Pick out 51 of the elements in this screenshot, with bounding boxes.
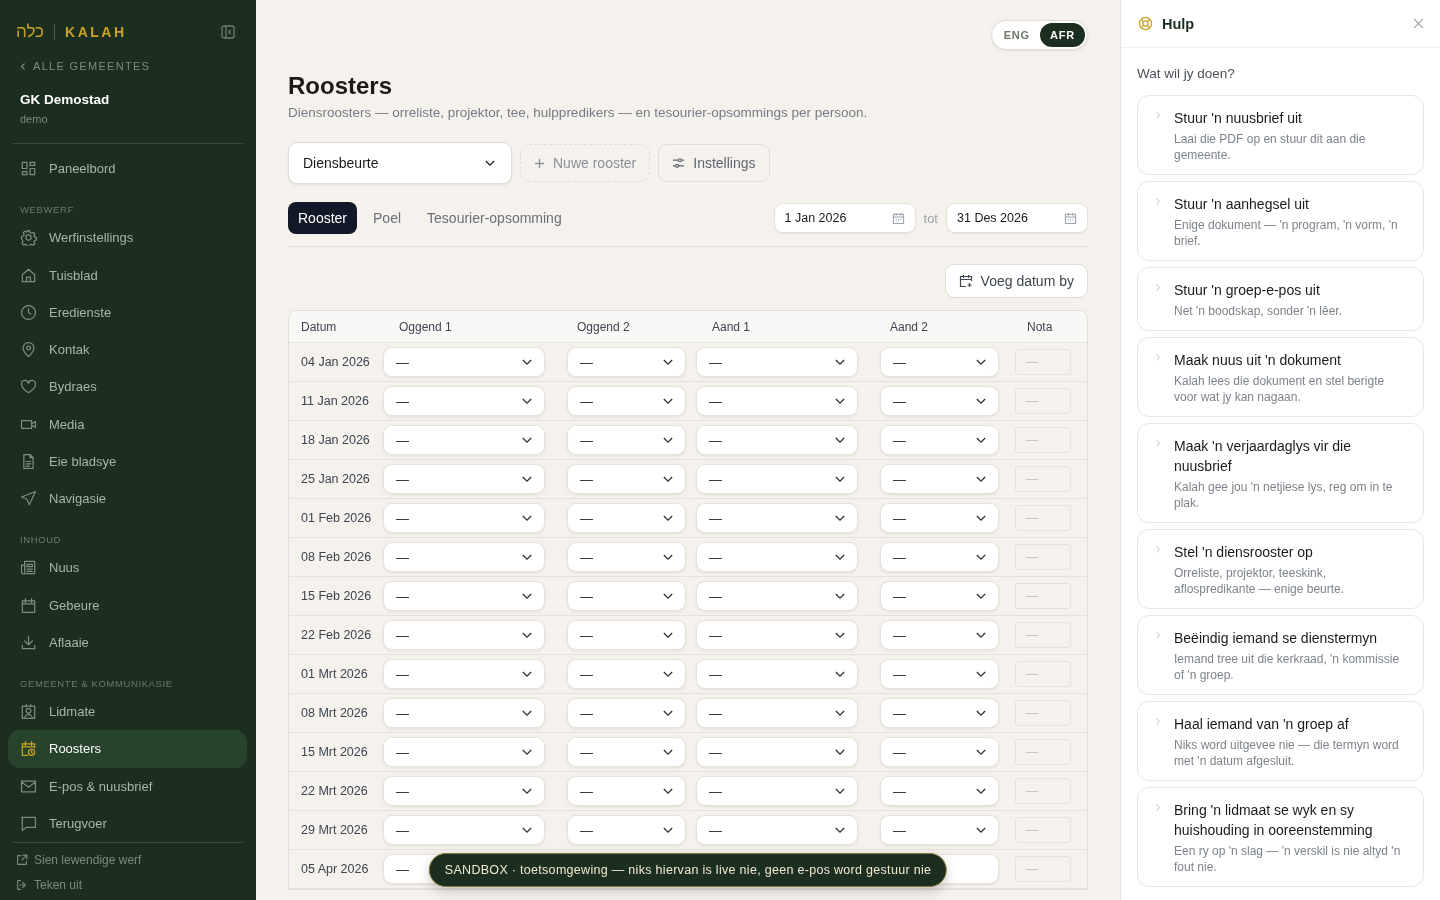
date-cell-text: 22 Mrt 2026 bbox=[300, 784, 369, 798]
date-cell-text: 22 Feb 2026 bbox=[300, 628, 373, 642]
nav-section-heading: GEMEENTE & KOMMUNIKASIE bbox=[19, 677, 174, 691]
date-cell-text: 11 Jan 2026 bbox=[300, 394, 370, 408]
column-header: Aand 1 bbox=[711, 319, 752, 334]
date-cell-text: 08 Feb 2026 bbox=[300, 550, 373, 564]
date-cell-text: 29 Mrt 2026 bbox=[300, 823, 369, 837]
card-description: Kalah gee jou 'n netjiese lys, reg om in te plak. bbox=[1174, 479, 1394, 511]
card-description: Kalah lees die dokument en stel berigte voor wat jy kan nagaan. bbox=[1174, 373, 1386, 405]
column-header: Oggend 1 bbox=[398, 319, 453, 334]
nav-section-heading: INHOUD bbox=[19, 533, 63, 548]
card-title: Maak nuus uit 'n dokument bbox=[1174, 351, 1342, 370]
card-title: Stuur 'n groep-e-pos uit bbox=[1174, 281, 1321, 300]
logo-text: KALAH bbox=[65, 24, 127, 40]
column-header: Nota bbox=[1026, 319, 1054, 334]
card-description: Een ry op 'n slag — 'n verskil is nie altyd 'n fout nie. bbox=[1174, 843, 1402, 875]
column-header: Oggend 2 bbox=[576, 319, 631, 334]
date-cell-text: 15 Feb 2026 bbox=[300, 589, 373, 603]
card-description: Laai die PDF op en stuur dit aan die gemeente. bbox=[1174, 131, 1367, 163]
card-title: Beëindig iemand se dienstermyn bbox=[1174, 629, 1379, 648]
card-title: Haal iemand van 'n groep af bbox=[1174, 715, 1350, 734]
logo-hebrew-text: כלה bbox=[16, 22, 45, 42]
date-cell-text: 05 Apr 2026 bbox=[300, 862, 370, 876]
date-cell-text: 01 Mrt 2026 bbox=[300, 667, 369, 681]
card-description: Orreliste, projektor, teeskink, aflospredikante — enige beurte. bbox=[1174, 565, 1346, 597]
page-title: Roosters bbox=[288, 72, 394, 100]
card-description: Iemand tree uit die kerkraad, 'n kommissie of 'n groep. bbox=[1174, 651, 1401, 683]
card-title: Stuur 'n aanhegsel uit bbox=[1174, 195, 1310, 214]
range-separator: tot bbox=[923, 210, 938, 226]
page-subtitle: Diensroosters — orreliste, projektor, tee, hulppredikers — en tesourier-opsommings per persoon. bbox=[288, 105, 869, 120]
card-description: Net 'n boodskap, sonder 'n lêer. bbox=[1174, 303, 1343, 319]
column-header: Datum bbox=[300, 319, 338, 334]
date-cell-text: 01 Feb 2026 bbox=[300, 511, 373, 525]
card-description: Enige dokument — 'n program, 'n vorm, 'n brief. bbox=[1174, 217, 1399, 249]
date-cell-text: 08 Mrt 2026 bbox=[300, 706, 369, 720]
help-title: Hulp bbox=[1162, 15, 1195, 32]
date-cell-text: 04 Jan 2026 bbox=[300, 355, 371, 369]
nav-section-heading: WEBWERF bbox=[19, 203, 75, 218]
card-title: Maak 'n verjaardaglys vir die nuusbrief bbox=[1174, 437, 1352, 476]
card-title: Stuur 'n nuusbrief uit bbox=[1174, 109, 1303, 128]
card-title: Stel 'n diensrooster op bbox=[1174, 543, 1314, 562]
help-prompt: Wat wil jy doen? bbox=[1137, 66, 1236, 81]
sandbox-toast: SANDBOX · toetsomgewing — niks hiervan is live nie, geen e-pos word gestuur nie bbox=[428, 853, 948, 887]
date-cell-text: 15 Mrt 2026 bbox=[300, 745, 369, 759]
card-description: Niks word uitgevee nie — die termyn word met 'n datum afgesluit. bbox=[1174, 737, 1400, 769]
card-title: Bring 'n lidmaat se wyk en sy huishouding in ooreenstemming bbox=[1174, 801, 1374, 840]
date-cell-text: 25 Jan 2026 bbox=[300, 472, 371, 486]
column-header: Aand 2 bbox=[889, 319, 930, 334]
congregation-name: GK Demostad bbox=[19, 91, 111, 107]
date-cell-text: 18 Jan 2026 bbox=[300, 433, 371, 447]
congregation-slug: demo bbox=[19, 112, 49, 125]
